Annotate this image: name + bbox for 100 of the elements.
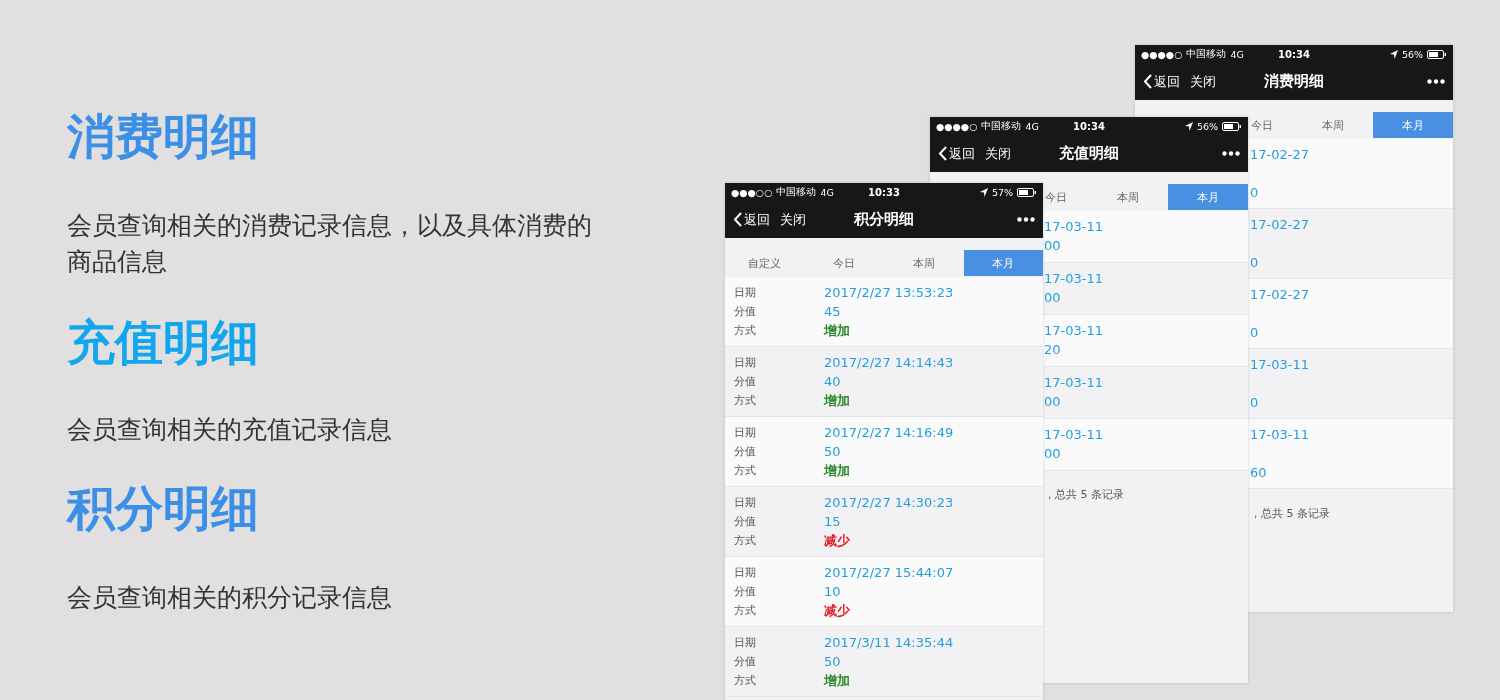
- record-date: 2017/2/27 14:30:23: [824, 495, 954, 510]
- record-amount: 0: [1250, 395, 1259, 410]
- location-arrow-icon: [1389, 49, 1398, 59]
- section-description: 会员查询相关的消费记录信息，以及具体消费的商品信息: [67, 210, 593, 278]
- field-label: 日期: [733, 565, 757, 580]
- section-title: 积分明细: [67, 479, 260, 538]
- field-label: 方式: [733, 393, 757, 408]
- page-title: 积分明细: [854, 210, 914, 229]
- record-date: 2017/2/27 14:14:43: [824, 355, 954, 370]
- record-date: 2017/2/27 13:53:23: [824, 285, 954, 300]
- close-button[interactable]: 关闭: [1190, 72, 1216, 91]
- record-date: 2017/2/27 14:16:49: [824, 425, 954, 440]
- record-amount: 0: [1250, 185, 1259, 200]
- record-amount: 60: [1250, 465, 1267, 480]
- field-label: 分值: [733, 654, 757, 669]
- more-icon[interactable]: [1017, 217, 1035, 222]
- record-date: 17-02-27: [1250, 287, 1309, 302]
- section-title: 消费明细: [67, 107, 260, 166]
- status-time: 10:34: [1278, 48, 1310, 60]
- location-arrow-icon: [979, 187, 988, 197]
- back-button[interactable]: 返回: [733, 210, 770, 229]
- record-points: 50: [824, 654, 841, 669]
- chevron-left-icon: [1143, 74, 1152, 89]
- record-amount: 0: [1250, 325, 1259, 340]
- tab[interactable]: 本月: [1373, 112, 1453, 138]
- record-amount: 0: [1250, 255, 1259, 270]
- section-title: 充值明细: [67, 313, 260, 372]
- record-amount: 00: [1044, 238, 1061, 253]
- tab[interactable]: 本月: [1168, 184, 1248, 210]
- field-label: 方式: [733, 463, 757, 478]
- section-description: 会员查询相关的充值记录信息: [67, 414, 393, 446]
- record-date: 17-03-11: [1044, 375, 1103, 390]
- carrier-name: 中国移动: [981, 119, 1022, 133]
- record-method: 增加: [824, 461, 850, 480]
- battery-icon: [1427, 49, 1447, 59]
- record-date: 17-02-27: [1250, 217, 1309, 232]
- signal-strength: ●●●●○: [1141, 48, 1183, 60]
- back-button[interactable]: 返回: [938, 144, 975, 163]
- field-label: 日期: [733, 285, 757, 300]
- field-label: 方式: [733, 533, 757, 548]
- record-amount: 20: [1044, 342, 1061, 357]
- signal-strength: ●●●●○: [936, 120, 978, 132]
- record-points: 50: [824, 444, 841, 459]
- field-label: 分值: [733, 444, 757, 459]
- chevron-left-icon: [938, 146, 947, 161]
- field-label: 分值: [733, 514, 757, 529]
- record-method: 增加: [824, 671, 850, 690]
- field-label: 日期: [733, 425, 757, 440]
- record-method: 减少: [824, 601, 850, 620]
- record-date: 2017/3/11 14:35:44: [824, 635, 954, 650]
- record-method: 增加: [824, 321, 850, 340]
- network-type: 4G: [1025, 120, 1039, 132]
- battery-percent: 57%: [991, 186, 1013, 198]
- record-date: 17-03-11: [1044, 323, 1103, 338]
- record-points: 15: [824, 514, 841, 529]
- record-method: 增加: [824, 391, 850, 410]
- record-date: 17-03-11: [1044, 427, 1103, 442]
- record-count: ，总共 5 条记录: [1044, 488, 1124, 501]
- record-date: 2017/2/27 15:44:07: [824, 565, 954, 580]
- battery-icon: [1222, 121, 1242, 131]
- field-label: 日期: [733, 495, 757, 510]
- signal-strength: ●●●○○: [731, 186, 773, 198]
- more-icon[interactable]: [1427, 79, 1445, 84]
- record-amount: 00: [1044, 446, 1061, 461]
- record-count: ，总共 5 条记录: [1250, 507, 1330, 520]
- close-button[interactable]: 关闭: [780, 210, 806, 229]
- record-date: 17-03-11: [1250, 357, 1309, 372]
- network-type: 4G: [820, 186, 834, 198]
- field-label: 日期: [733, 355, 757, 370]
- field-label: 分值: [733, 304, 757, 319]
- record-date: 17-03-11: [1044, 271, 1103, 286]
- battery-icon: [1017, 187, 1037, 197]
- field-label: 方式: [733, 603, 757, 618]
- field-label: 分值: [733, 374, 757, 389]
- field-label: 方式: [733, 323, 757, 338]
- record-points: 10: [824, 584, 841, 599]
- page-title: 充值明细: [1059, 144, 1119, 163]
- field-label: 方式: [733, 673, 757, 688]
- location-arrow-icon: [1184, 121, 1193, 131]
- page-title: 消费明细: [1264, 72, 1324, 91]
- battery-percent: 56%: [1196, 120, 1218, 132]
- record-date: 17-03-11: [1250, 427, 1309, 442]
- section-description: 会员查询相关的积分记录信息: [67, 582, 393, 614]
- more-icon[interactable]: [1222, 151, 1240, 156]
- chevron-left-icon: [733, 212, 742, 227]
- field-label: 日期: [733, 635, 757, 650]
- status-time: 10:34: [1073, 120, 1105, 132]
- record-method: 减少: [824, 531, 850, 550]
- record-points: 40: [824, 374, 841, 389]
- record-amount: 00: [1044, 290, 1061, 305]
- back-button[interactable]: 返回: [1143, 72, 1180, 91]
- network-type: 4G: [1230, 48, 1244, 60]
- record-points: 45: [824, 304, 841, 319]
- carrier-name: 中国移动: [776, 185, 817, 199]
- status-time: 10:33: [868, 186, 900, 198]
- close-button[interactable]: 关闭: [985, 144, 1011, 163]
- tab[interactable]: 本月: [963, 250, 1043, 276]
- record-amount: 00: [1044, 394, 1061, 409]
- record-date: 17-03-11: [1044, 219, 1103, 234]
- record-date: 17-02-27: [1250, 147, 1309, 162]
